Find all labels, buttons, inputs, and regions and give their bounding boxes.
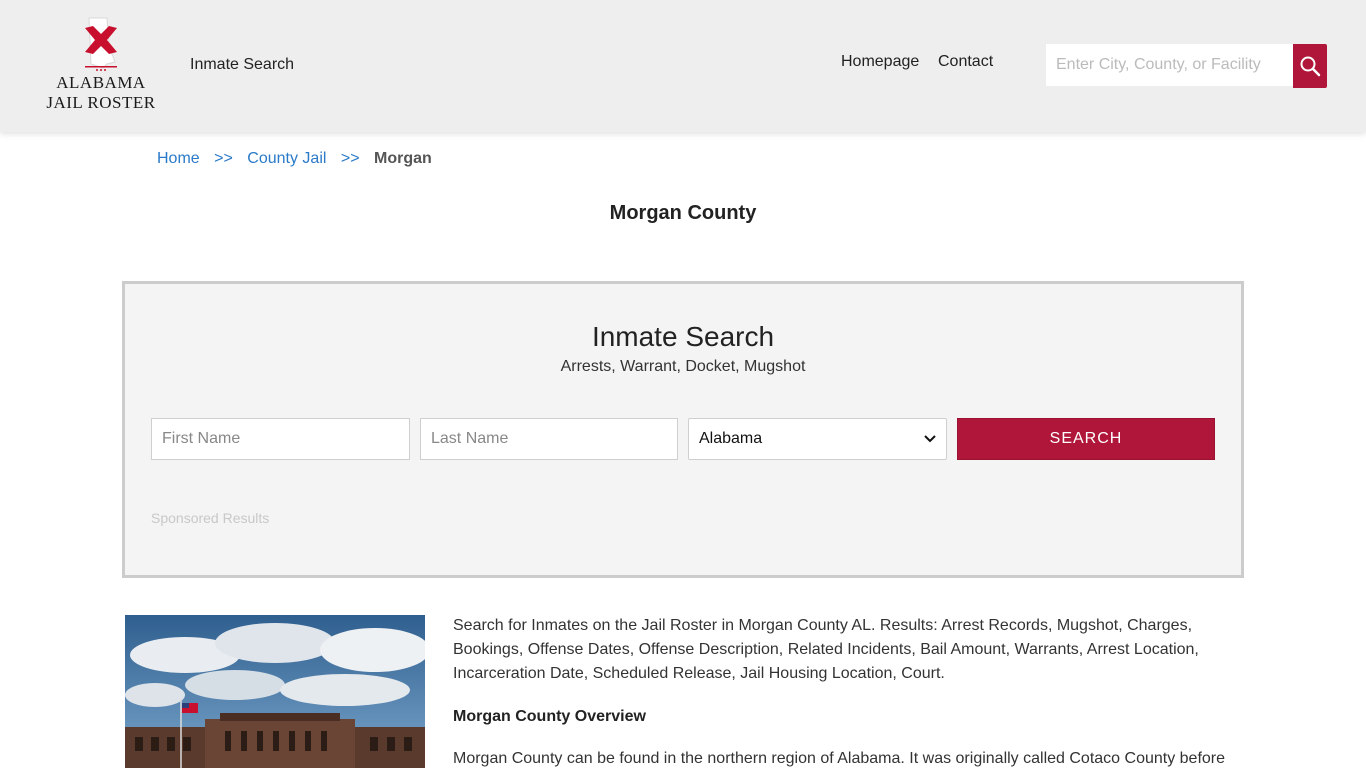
- panel-subtitle: Arrests, Warrant, Docket, Mugshot: [560, 358, 806, 375]
- breadcrumb: Home >> County Jail >> Morgan: [157, 150, 432, 168]
- panel-title: Inmate Search: [591, 321, 775, 352]
- search-button[interactable]: SEARCH: [957, 418, 1215, 460]
- breadcrumb-current: Morgan: [374, 150, 432, 167]
- overview-paragraph: Morgan County can be found in the northe…: [453, 750, 1226, 767]
- breadcrumb-separator: >>: [340, 150, 360, 167]
- jail-building-photo: [125, 615, 425, 768]
- logo-line-2: JAIL ROSTER: [46, 93, 156, 112]
- state-select-value: Alabama: [699, 430, 763, 447]
- facility-search-input[interactable]: [1046, 44, 1293, 86]
- intro-paragraph: Search for Inmates on the Jail Roster in…: [453, 617, 1199, 682]
- site-logo[interactable]: ALABAMA JAIL ROSTER: [44, 16, 158, 116]
- breadcrumb-home[interactable]: Home: [157, 150, 200, 167]
- alabama-flag-map-icon: [85, 17, 117, 71]
- first-name-input[interactable]: [151, 418, 410, 460]
- breadcrumb-separator: >>: [214, 150, 233, 167]
- nav-homepage[interactable]: Homepage: [841, 53, 919, 71]
- overview-heading: Morgan County Overview: [453, 708, 646, 725]
- chevron-down-icon: [924, 435, 936, 443]
- page-title: Morgan County: [609, 202, 757, 224]
- state-select[interactable]: Alabama: [688, 418, 947, 460]
- last-name-input[interactable]: [420, 418, 678, 460]
- inmate-search-panel: Inmate Search Arrests, Warrant, Docket, …: [122, 281, 1244, 578]
- logo-line-1: ALABAMA: [56, 73, 146, 92]
- site-header: ALABAMA JAIL ROSTER Inmate Search Homepa…: [0, 0, 1366, 132]
- sponsored-results-label: Sponsored Results: [151, 510, 270, 526]
- intro-text-block: Search for Inmates on the Jail Roster in…: [453, 614, 1243, 686]
- nav-contact[interactable]: Contact: [938, 53, 993, 71]
- nav-inmate-search[interactable]: Inmate Search: [190, 56, 294, 74]
- breadcrumb-county-jail[interactable]: County Jail: [247, 150, 326, 167]
- facility-search-button[interactable]: [1293, 44, 1327, 88]
- magnifier-icon: [1300, 56, 1321, 77]
